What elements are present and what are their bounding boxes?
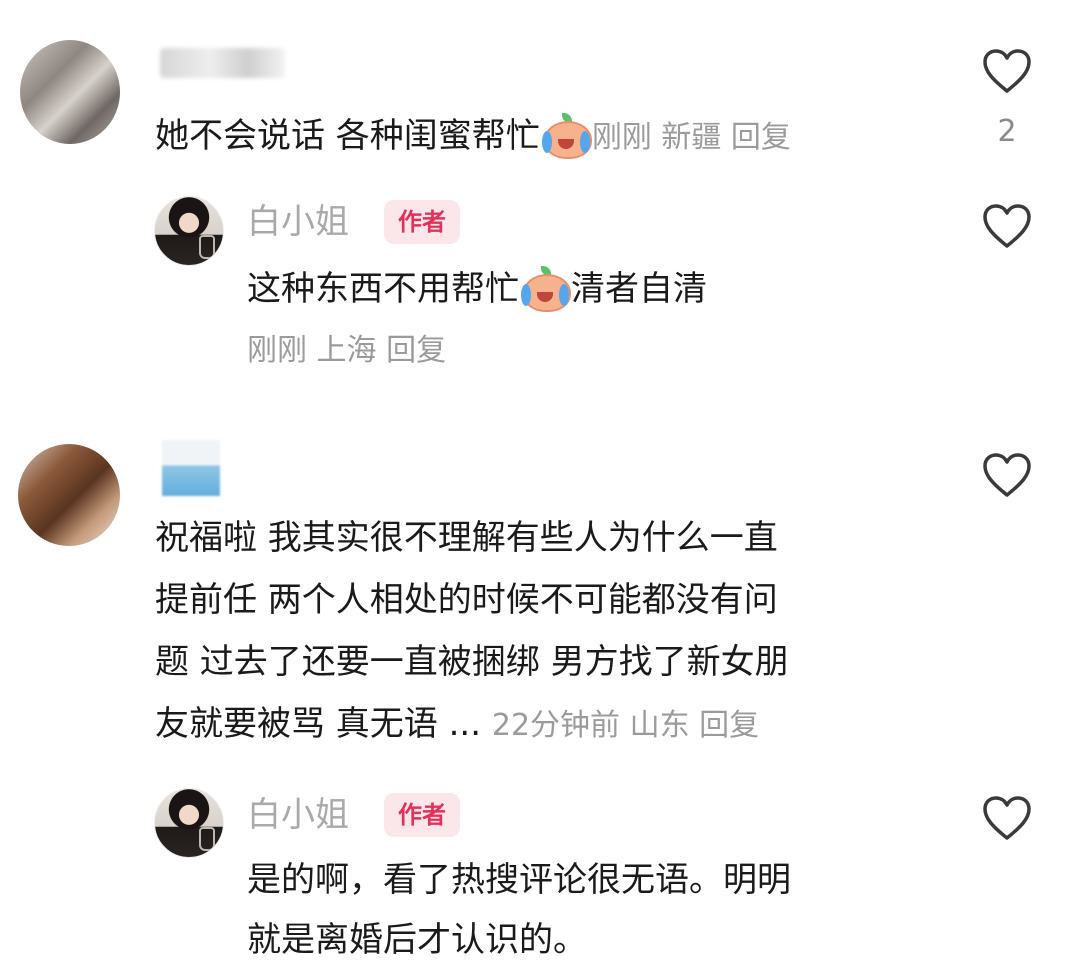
heart-outline-icon[interactable] — [982, 203, 1032, 249]
heart-outline-icon[interactable] — [982, 795, 1032, 841]
commenter-username-blurred[interactable] — [162, 440, 220, 496]
author-avatar[interactable] — [154, 788, 224, 858]
commenter-avatar[interactable] — [18, 444, 120, 546]
comment-meta[interactable]: 刚刚 新疆 回复 — [592, 120, 791, 155]
comment-text: 友就要被骂 真无语 ... — [155, 704, 482, 744]
heart-outline-icon[interactable] — [982, 48, 1032, 94]
reply-meta[interactable]: 刚刚 上海 回复 — [247, 331, 446, 371]
crying-peach-emoji-icon — [540, 113, 592, 159]
comment-body: 她不会说话 各种闺蜜帮忙 刚刚 新疆 回复 — [155, 113, 791, 159]
author-badge: 作者 — [384, 793, 460, 837]
reply-line: 是的啊，看了热搜评论很无语。明明 — [247, 860, 791, 900]
comment-list: 她不会说话 各种闺蜜帮忙 刚刚 新疆 回复 2 白小姐 作者 这种东西不用帮忙 清者… — [0, 0, 1080, 978]
comment-line-last: 友就要被骂 真无语 ... 22分钟前 山东 回复 — [155, 704, 759, 746]
comment-line: 祝福啦 我其实很不理解有些人为什么一直 — [155, 518, 778, 558]
reply-author-name[interactable]: 白小姐 — [247, 202, 349, 242]
reply-text-part: 清者自清 — [571, 269, 707, 309]
comment-meta[interactable]: 22分钟前 山东 回复 — [492, 708, 759, 743]
reply-line: 就是离婚后才认识的。 — [247, 920, 587, 960]
commenter-username-blurred[interactable] — [160, 48, 285, 78]
commenter-avatar[interactable] — [20, 40, 120, 144]
author-avatar[interactable] — [154, 196, 224, 266]
like-count: 2 — [997, 114, 1017, 149]
comment-line: 题 过去了还要一直被捆绑 男方找了新女朋 — [155, 642, 789, 682]
reply-body: 这种东西不用帮忙 清者自清 — [247, 266, 707, 312]
reply-text-part: 这种东西不用帮忙 — [247, 269, 519, 309]
comment-text: 她不会说话 各种闺蜜帮忙 — [155, 116, 540, 156]
comment-line: 提前任 两个人相处的时候不可能都没有问 — [155, 580, 778, 620]
heart-outline-icon[interactable] — [982, 452, 1032, 498]
reply-author-name[interactable]: 白小姐 — [247, 795, 349, 835]
crying-peach-emoji-icon — [519, 266, 571, 312]
author-badge: 作者 — [384, 200, 460, 244]
